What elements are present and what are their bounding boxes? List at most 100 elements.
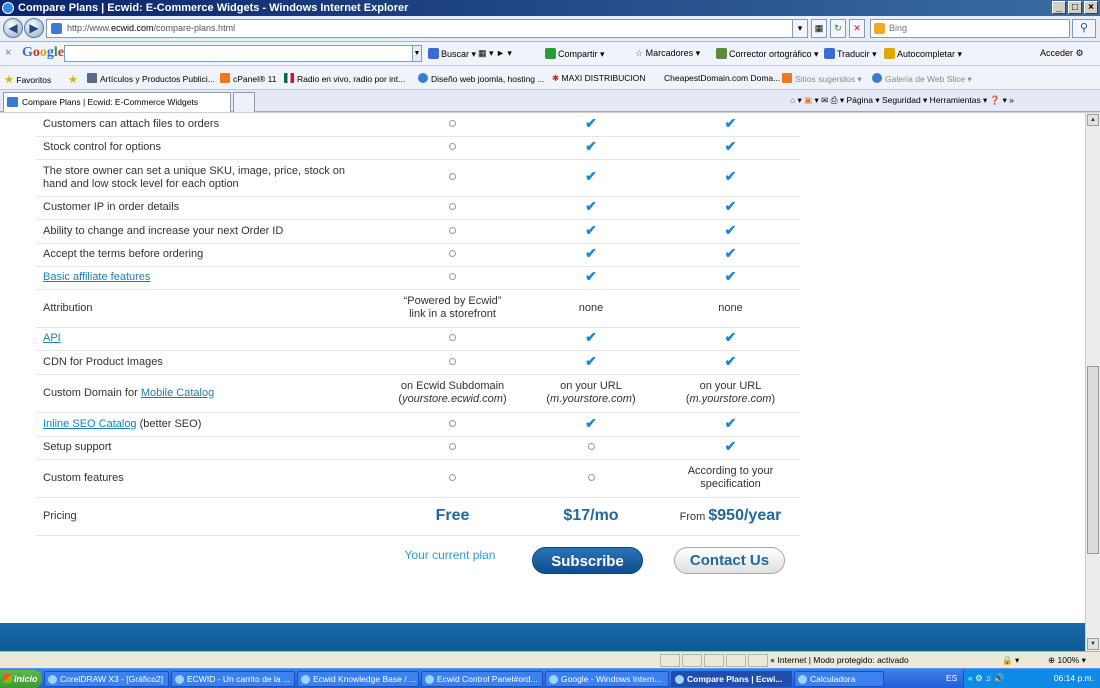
feature-name: Stock control for options [36, 136, 384, 160]
favorite-item-5[interactable]: ✱ MAXI DISTRIBUCION [552, 73, 646, 84]
feature-label: Stock control for options [43, 141, 162, 153]
google-acceder-button[interactable]: Acceder ⚙ [1040, 48, 1084, 59]
google-corrector-button[interactable]: Corrector ortográfico ▾ [716, 48, 819, 60]
sitios-sugeridos-button[interactable]: Sitios sugeridos ▾ [782, 73, 862, 85]
favorite-item-3[interactable]: Radio en vivo, radio por int... [284, 73, 405, 84]
domain-example: (m.yourstore.com) [521, 393, 661, 406]
toolbar-extra-1[interactable]: ▦ ▾ ► ▾ [478, 48, 512, 59]
taskbar-item[interactable]: Google - Windows Intern... [545, 671, 669, 687]
feature-row: API ✔ ✔ [36, 327, 800, 351]
globe-icon: ● [770, 655, 776, 665]
rss-icon[interactable]: ▣ [804, 95, 812, 105]
stop-icon[interactable]: ✕ [849, 19, 865, 38]
window-title: Compare Plans | Ecwid: E-Commerce Widget… [18, 2, 409, 14]
security-zone[interactable]: ● Internet | Modo protegido: activado [770, 655, 909, 665]
subscribe-button[interactable]: Subscribe [532, 547, 643, 574]
search-icon[interactable]: ⚲ [1072, 19, 1096, 38]
feature-row: Customers can attach files to orders ✔ ✔ [36, 113, 800, 137]
add-favorite-icon[interactable]: ★ [68, 73, 78, 86]
google-search-dropdown[interactable]: ▼ [412, 45, 422, 62]
refresh-icon[interactable]: ↻ [830, 19, 846, 38]
new-tab-button[interactable] [233, 92, 255, 112]
url-input[interactable]: http://www.ecwid.com/compare-plans.html [46, 19, 806, 38]
zoom-control[interactable]: ⊕ 100% ▾ [1048, 655, 1086, 666]
feature-link[interactable]: Basic affiliate features [43, 271, 150, 283]
google-marcadores-button[interactable]: ☆ Marcadores ▾ [635, 48, 700, 59]
feature-label: Custom Domain for [43, 386, 141, 399]
favorite-item-1[interactable]: Artículos y Productos Publici... [87, 73, 215, 84]
plan-cell-c1 [384, 327, 521, 351]
not-included-icon [449, 443, 456, 450]
checkmark-icon: ✔ [724, 329, 737, 345]
plan-cell-c3: ✔ [661, 412, 800, 437]
plan-cell-c1 [384, 136, 521, 160]
not-included-icon [449, 273, 456, 280]
maximize-button[interactable]: □ [1068, 1, 1082, 14]
back-button[interactable]: ◀ [3, 18, 23, 38]
scroll-up-icon[interactable]: ▲ [1087, 114, 1099, 126]
scroll-down-icon[interactable]: ▼ [1087, 638, 1099, 650]
mail-icon[interactable]: ✉ [821, 95, 828, 105]
google-search-input[interactable] [64, 45, 414, 62]
address-tools: ▾ ▦ ↻ ✕ [792, 19, 865, 38]
taskbar-item[interactable]: Ecwid Control Panel#ord... [421, 671, 543, 687]
plan-cell-c3: ✔ [661, 159, 800, 197]
tray-icons[interactable]: « ⚙ ♫ 🔊 [968, 673, 1004, 684]
favorite-item-2[interactable]: cPanel® 11 [220, 73, 276, 84]
google-compartir-button[interactable]: Compartir ▾ [545, 48, 605, 60]
favorite-item-4[interactable]: Diseño web joomla, hosting ... [418, 73, 544, 84]
favorite-item-6[interactable]: CheapestDomain.com Doma... [664, 73, 780, 83]
plan-cell-c1: “Powered by Ecwid” link in a storefront [384, 289, 521, 328]
print-icon[interactable]: ⎙ [831, 95, 838, 105]
bing-search-input[interactable]: Bing [870, 19, 1070, 38]
taskbar-item[interactable]: Calculadora [794, 671, 884, 687]
feature-name: Ability to change and increase your next… [36, 219, 384, 244]
add-star-icon: ★ [68, 74, 78, 86]
help-icon[interactable]: ❓ [990, 95, 1001, 105]
favorites-button[interactable]: ★ Favoritos [4, 73, 51, 86]
vertical-scrollbar[interactable]: ▲ ▼ [1085, 113, 1100, 651]
close-toolbar-icon[interactable]: × [5, 47, 11, 59]
start-button[interactable]: Inicio [0, 670, 42, 688]
minimize-button[interactable]: _ [1052, 1, 1066, 14]
app-icon [798, 675, 807, 684]
google-autocompletar-button[interactable]: Autocompletar ▾ [884, 48, 962, 60]
status-segment [726, 654, 746, 667]
command-bar-menus[interactable]: Página ▾ Seguridad ▾ Herramientas ▾ [846, 95, 987, 105]
galeria-web-slice-button[interactable]: Galería de Web Slice ▾ [872, 73, 972, 85]
feature-link[interactable]: API [43, 332, 61, 344]
status-segment [660, 654, 680, 667]
google-traducir-button[interactable]: Traducir ▾ [824, 48, 877, 60]
dropdown-arrow-icon[interactable]: ▾ [792, 19, 808, 38]
language-indicator[interactable]: ES [946, 673, 957, 683]
feature-label: CDN for Product Images [43, 355, 163, 368]
taskbar-item[interactable]: ECWID - Un carrito de la ... [171, 671, 295, 687]
tab-compare-plans[interactable]: Compare Plans | Ecwid: E-Commerce Widget… [3, 92, 231, 112]
domain-text: on Ecwid Subdomain [400, 380, 505, 392]
plan-cell-c3: ✔ [661, 327, 800, 351]
compatibility-view-icon[interactable]: ▦ [811, 19, 827, 38]
status-bar: ● Internet | Modo protegido: activado 🔒 … [0, 651, 1100, 668]
close-button[interactable]: × [1084, 1, 1098, 14]
clock: 06:14 p.m. [1053, 673, 1094, 683]
feature-link[interactable]: Mobile Catalog [141, 387, 214, 399]
protected-mode-icon[interactable]: 🔒 ▾ [1002, 655, 1019, 666]
home-icon[interactable]: ⌂ [790, 95, 795, 105]
cpanel-icon [220, 73, 230, 83]
plan-cell-c3: none [661, 289, 800, 328]
cell-text: “Powered by Ecwid” link in a storefront [403, 295, 502, 320]
feature-name: Basic affiliate features [36, 266, 384, 290]
favorites-label: Favoritos [16, 75, 52, 85]
scroll-thumb[interactable] [1087, 366, 1099, 554]
contact-us-button[interactable]: Contact Us [674, 547, 785, 574]
mexico-flag-icon [284, 73, 294, 83]
bing-icon [874, 23, 885, 34]
taskbar-item[interactable]: Ecwid Knowledge Base / ... [297, 671, 419, 687]
feature-name: The store owner can set a unique SKU, im… [36, 159, 384, 197]
forward-button[interactable]: ▶ [24, 18, 44, 38]
google-buscar-button[interactable]: Buscar ▾ [428, 48, 476, 60]
taskbar-item[interactable]: CorelDRAW X3 - [Gráfico2] [44, 671, 169, 687]
feature-link[interactable]: Inline SEO Catalog [43, 418, 137, 430]
taskbar-item[interactable]: Compare Plans | Ecwi... [671, 671, 792, 687]
checkmark-icon: ✔ [585, 168, 597, 184]
